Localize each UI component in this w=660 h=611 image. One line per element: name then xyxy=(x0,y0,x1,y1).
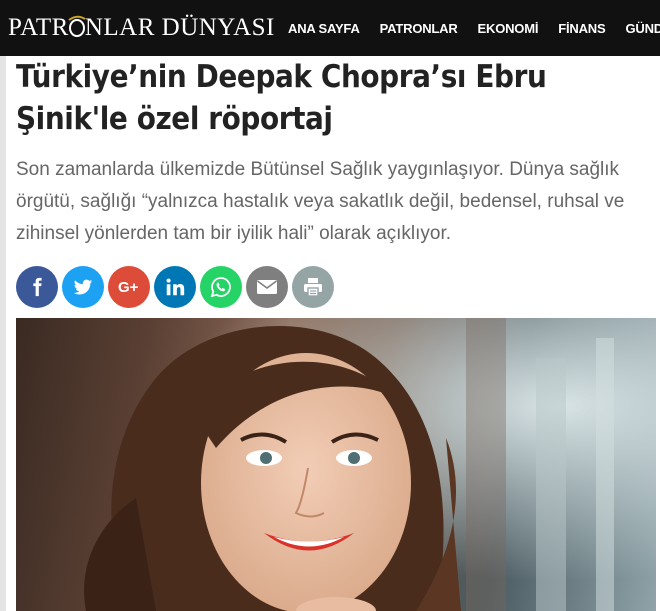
left-border xyxy=(0,56,6,611)
facebook-icon xyxy=(33,277,42,297)
print-icon xyxy=(304,278,322,297)
nav-finans[interactable]: FİNANS xyxy=(558,21,605,36)
linkedin-share-button[interactable] xyxy=(154,266,196,308)
nav-ekonomi[interactable]: EKONOMİ xyxy=(478,21,539,36)
site-header: PATR NLAR DÜNYASI ANA SAYFA PATRONLAR EKO… xyxy=(0,0,660,56)
google-plus-icon: G+ xyxy=(118,279,139,296)
logo-text-right: NLAR DÜNYASI xyxy=(84,14,275,41)
article-summary: Son zamanlarda ülkemizde Bütünsel Sağlık… xyxy=(16,159,625,244)
nav-patronlar[interactable]: PATRONLAR xyxy=(380,21,458,36)
nav-ana-sayfa[interactable]: ANA SAYFA xyxy=(288,21,360,36)
share-buttons: G+ xyxy=(16,266,334,310)
twitter-icon xyxy=(73,279,93,295)
article-title: Türkiye’nin Deepak Chopra’sı Ebru Şinik'… xyxy=(16,59,547,137)
article-photo xyxy=(16,318,656,611)
logo-ring-icon xyxy=(68,16,86,38)
whatsapp-icon xyxy=(210,277,231,298)
logo-text-left: PATR xyxy=(8,14,69,41)
portrait-image xyxy=(16,318,656,611)
email-icon xyxy=(257,280,277,294)
main-nav: ANA SAYFA PATRONLAR EKONOMİ FİNANS GÜNDE… xyxy=(288,0,660,56)
print-share-button[interactable] xyxy=(292,266,334,308)
google-plus-share-button[interactable]: G+ xyxy=(108,266,150,308)
linkedin-icon xyxy=(166,278,185,296)
site-logo[interactable]: PATR NLAR DÜNYASI xyxy=(8,10,275,46)
twitter-share-button[interactable] xyxy=(62,266,104,308)
svg-text:G+: G+ xyxy=(118,279,139,296)
nav-gundem[interactable]: GÜNDEM xyxy=(625,21,660,36)
whatsapp-share-button[interactable] xyxy=(200,266,242,308)
facebook-share-button[interactable] xyxy=(16,266,58,308)
email-share-button[interactable] xyxy=(246,266,288,308)
